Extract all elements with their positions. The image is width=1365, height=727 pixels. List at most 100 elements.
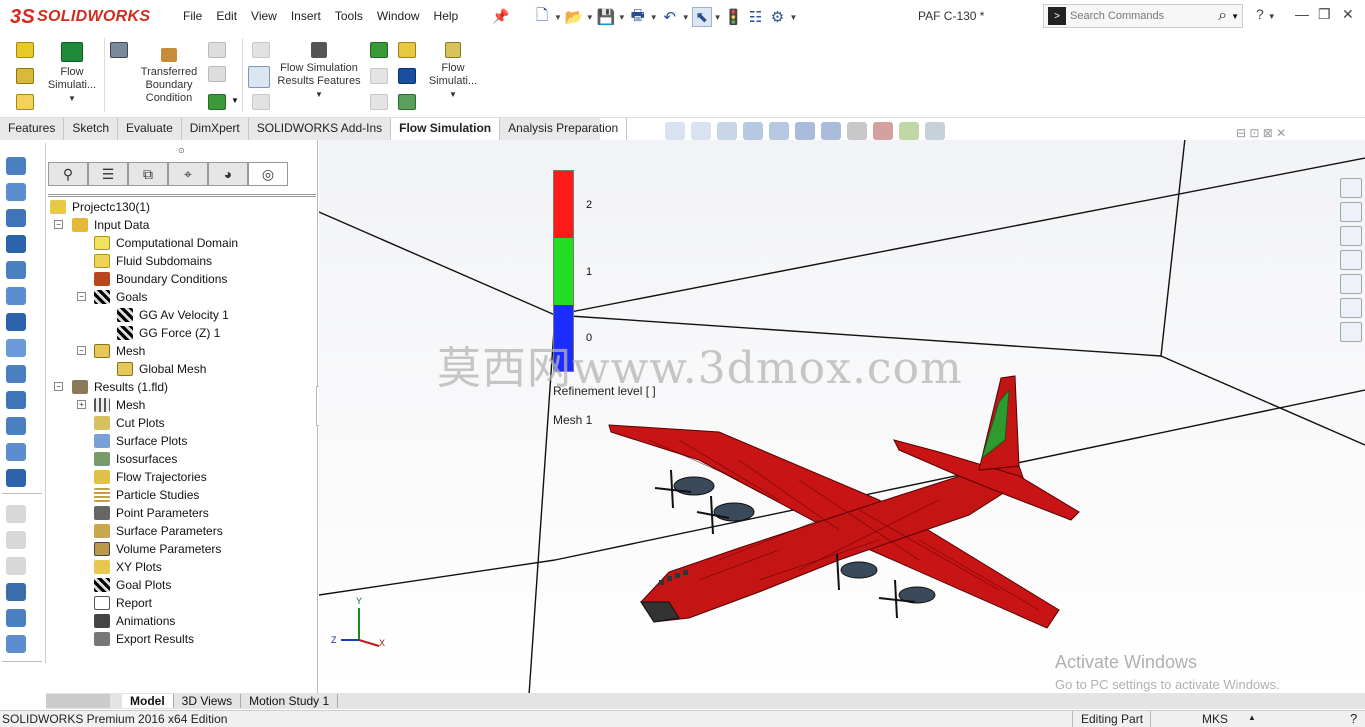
- tree-item-goals[interactable]: Goals: [94, 288, 147, 306]
- dimxpertmanager-tab-icon[interactable]: ⌖: [168, 162, 208, 186]
- close-button[interactable]: ✕: [1342, 6, 1354, 23]
- save-results-icon[interactable]: [398, 68, 416, 84]
- chevron-down-icon[interactable]: ▼: [1231, 12, 1239, 21]
- edit-appearance-icon[interactable]: [873, 122, 893, 140]
- flow-simulation-tools-button[interactable]: Flow Simulati... ▼: [425, 42, 481, 101]
- transferred-boundary-condition-button[interactable]: Transferred Boundary Condition: [134, 48, 204, 105]
- chevron-down-icon[interactable]: ▼: [618, 13, 626, 22]
- panel-grip-icon[interactable]: ⊙: [178, 146, 185, 155]
- collapse-toggle-icon[interactable]: −: [54, 382, 63, 391]
- file-properties-icon[interactable]: ☷: [746, 7, 766, 27]
- revolve-icon[interactable]: [6, 183, 26, 201]
- goals-flag-icon[interactable]: [370, 42, 388, 58]
- chevron-up-icon[interactable]: ▲: [1248, 713, 1256, 722]
- configurationmanager-tab-icon[interactable]: ⧉: [128, 162, 168, 186]
- chevron-down-icon[interactable]: ▼: [790, 13, 798, 22]
- magic-wand-icon[interactable]: [16, 94, 34, 110]
- menu-view[interactable]: View: [244, 9, 284, 23]
- chevron-down-icon[interactable]: ▼: [554, 13, 562, 22]
- tab-analysis-preparation[interactable]: Analysis Preparation: [500, 118, 628, 140]
- rib-icon[interactable]: [6, 339, 26, 357]
- design-library-icon[interactable]: [1340, 202, 1362, 222]
- view-orientation-icon[interactable]: [795, 122, 815, 140]
- view-settings-icon[interactable]: [925, 122, 945, 140]
- curve-spiral-icon[interactable]: [6, 635, 26, 653]
- chevron-down-icon[interactable]: ▼: [650, 13, 658, 22]
- menu-help[interactable]: Help: [427, 9, 466, 23]
- display-style-icon[interactable]: [821, 122, 841, 140]
- draft-icon[interactable]: [6, 365, 26, 383]
- results-features-toggle-icon[interactable]: [248, 66, 270, 88]
- tab-scroll-arrows[interactable]: [46, 694, 110, 708]
- custom-properties-icon[interactable]: [1340, 298, 1362, 318]
- search-commands-box[interactable]: > Search Commands ⌕ ▼: [1043, 4, 1243, 28]
- viewport-window-controls[interactable]: ⊟ ⊡ ⊠ ✕: [1236, 126, 1286, 140]
- save-icon[interactable]: 💾: [596, 7, 616, 27]
- tab-sketch[interactable]: Sketch: [64, 118, 119, 140]
- tree-item-cut-plots[interactable]: Cut Plots: [94, 414, 165, 432]
- wizard-icon[interactable]: [16, 42, 34, 58]
- tree-item-particle-studies[interactable]: Particle Studies: [94, 486, 199, 504]
- fluid-volume-icon[interactable]: [110, 42, 128, 58]
- zoom-to-fit-icon[interactable]: [665, 122, 685, 140]
- tab-3d-views[interactable]: 3D Views: [174, 694, 242, 708]
- restore-button[interactable]: ❐: [1318, 6, 1331, 23]
- general-settings-icon[interactable]: [16, 68, 34, 84]
- sweep-icon[interactable]: [6, 209, 26, 227]
- chevron-down-icon[interactable]: ▼: [231, 96, 239, 105]
- tree-item-project[interactable]: Projectc130(1): [50, 198, 150, 216]
- instant3d-icon[interactable]: [6, 583, 26, 601]
- tree-item-xy-plots[interactable]: XY Plots: [94, 558, 162, 576]
- section-view-icon[interactable]: [743, 122, 763, 140]
- intersect-icon[interactable]: [6, 417, 26, 435]
- hide-show-items-icon[interactable]: [847, 122, 867, 140]
- menu-insert[interactable]: Insert: [284, 9, 328, 23]
- tree-item-flow-trajectories[interactable]: Flow Trajectories: [94, 468, 207, 486]
- undo-icon[interactable]: ↶: [660, 7, 680, 27]
- fillet-icon[interactable]: [6, 261, 26, 279]
- select-cursor-icon[interactable]: ⬉: [691, 7, 712, 27]
- tab-features[interactable]: Features: [0, 118, 65, 140]
- tree-item-input-data[interactable]: Input Data: [72, 216, 149, 234]
- tree-item-animations[interactable]: Animations: [94, 612, 175, 630]
- help-button[interactable]: ? ▼: [1256, 6, 1276, 22]
- tab-flow-simulation[interactable]: Flow Simulation: [391, 118, 501, 140]
- collapse-toggle-icon[interactable]: −: [54, 220, 63, 229]
- wrap-icon[interactable]: [6, 391, 26, 409]
- tree-item-mesh[interactable]: Mesh: [94, 342, 145, 360]
- extrude-icon[interactable]: [6, 157, 26, 175]
- chevron-down-icon[interactable]: ▼: [682, 13, 690, 22]
- tree-item-export-results[interactable]: Export Results: [94, 630, 194, 648]
- menu-window[interactable]: Window: [370, 9, 427, 23]
- open-folder-icon[interactable]: 📂: [564, 7, 584, 27]
- displaymanager-tab-icon[interactable]: ◕: [208, 162, 248, 186]
- solidworks-logo[interactable]: 3S SOLIDWORKS: [10, 3, 154, 31]
- tab-model[interactable]: Model: [122, 694, 174, 708]
- menu-file[interactable]: File: [176, 9, 209, 23]
- mirror-icon[interactable]: [6, 443, 26, 461]
- tree-item-fluid-subdomains[interactable]: Fluid Subdomains: [94, 252, 212, 270]
- new-document-icon[interactable]: 🗋: [532, 7, 552, 27]
- tab-motion-study-1[interactable]: Motion Study 1: [241, 694, 339, 708]
- previous-view-icon[interactable]: [717, 122, 737, 140]
- flow-simulation-results-features-button[interactable]: Flow Simulation Results Features ▼: [274, 42, 364, 101]
- collapse-toggle-icon[interactable]: −: [77, 292, 86, 301]
- tree-item-volume-parameters[interactable]: Volume Parameters: [94, 540, 221, 558]
- solidworks-resources-icon[interactable]: [1340, 178, 1362, 198]
- menu-edit[interactable]: Edit: [209, 9, 244, 23]
- zoom-to-area-icon[interactable]: [691, 122, 711, 140]
- curves-icon[interactable]: [6, 469, 26, 487]
- orientation-triad[interactable]: [341, 608, 380, 647]
- tab-solidworks-add-ins[interactable]: SOLIDWORKS Add-Ins: [249, 118, 392, 140]
- chevron-down-icon[interactable]: ▼: [714, 13, 722, 22]
- tree-item-boundary-conditions[interactable]: Boundary Conditions: [94, 270, 227, 288]
- isosurface-icon[interactable]: [398, 94, 416, 110]
- tree-item-goal-force-z[interactable]: GG Force (Z) 1: [117, 324, 220, 342]
- minimize-button[interactable]: —: [1295, 6, 1309, 22]
- shell-icon[interactable]: [6, 313, 26, 331]
- tree-item-goal-av-velocity[interactable]: GG Av Velocity 1: [117, 306, 229, 324]
- tab-dimxpert[interactable]: DimXpert: [182, 118, 249, 140]
- tab-evaluate[interactable]: Evaluate: [118, 118, 182, 140]
- expand-toggle-icon[interactable]: +: [77, 400, 86, 409]
- tree-item-report[interactable]: Report: [94, 594, 152, 612]
